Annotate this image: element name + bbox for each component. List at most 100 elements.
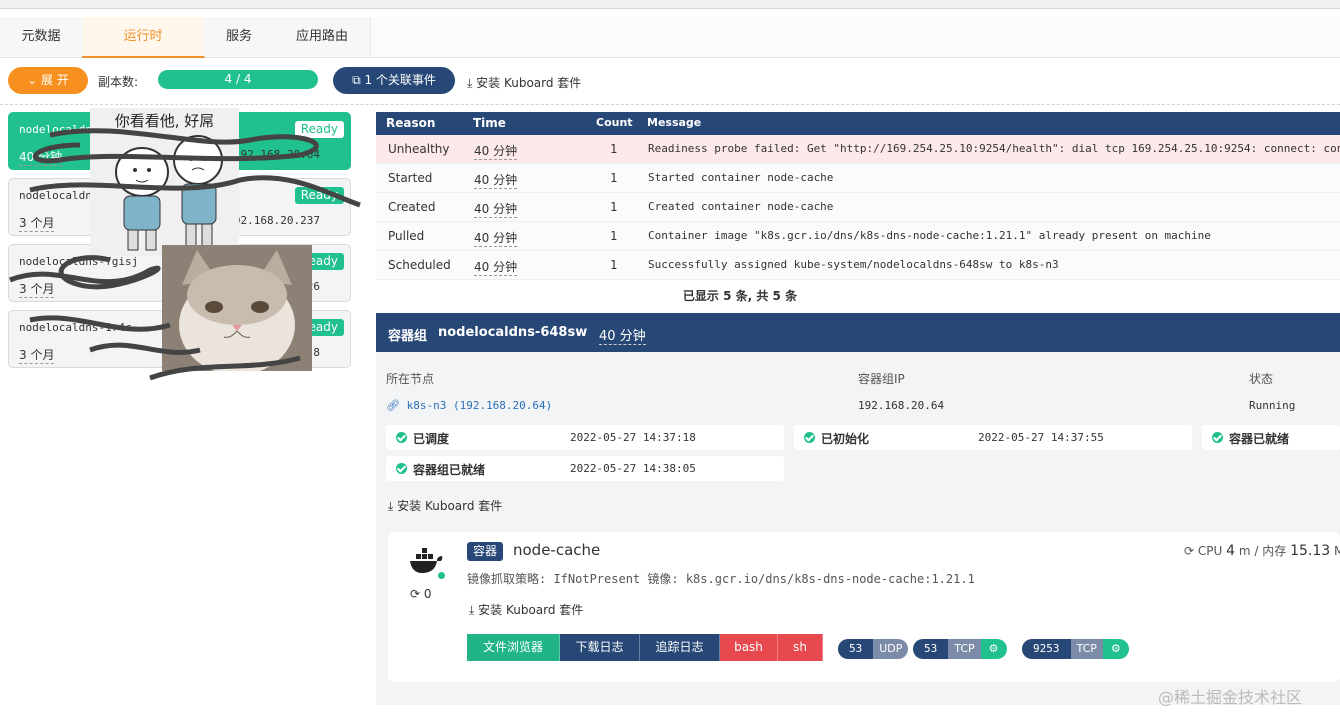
event-message: Container image "k8s.gcr.io/dns/k8s-dns-… bbox=[648, 229, 1211, 242]
event-reason: Scheduled bbox=[388, 258, 451, 272]
refresh-icon: ⟳ bbox=[410, 587, 421, 601]
top-bar bbox=[0, 0, 1340, 9]
tab-metadata[interactable]: 元数据 bbox=[0, 17, 83, 56]
event-message: Started container node-cache bbox=[648, 171, 834, 184]
check-circle-icon bbox=[804, 432, 815, 443]
replica-progress: 4 / 4 bbox=[158, 70, 318, 89]
divider bbox=[0, 104, 1340, 105]
event-reason: Started bbox=[388, 171, 433, 185]
restart-count: ⟳ 0 bbox=[410, 587, 432, 601]
replica-label: 副本数: bbox=[98, 75, 139, 89]
pod-ip-value: 192.168.20.64 bbox=[858, 399, 945, 412]
event-count: 1 bbox=[610, 229, 618, 243]
status-value: Running bbox=[1249, 399, 1296, 412]
table-row: Unhealthy 40 分钟 1 Readiness probe failed: G… bbox=[376, 135, 1340, 164]
check-circle-icon bbox=[396, 463, 407, 474]
download-icon: ⤓ bbox=[467, 76, 473, 90]
tab-ingress[interactable]: 应用路由 bbox=[274, 17, 371, 56]
related-events-button[interactable]: ⧉ 1 个关联事件 bbox=[333, 67, 455, 94]
pod-age: 40 分钟 bbox=[599, 325, 646, 345]
action-button[interactable]: 追踪日志 bbox=[640, 634, 720, 661]
port-forward-icon[interactable]: ⚙ bbox=[1102, 639, 1129, 659]
link-icon: 🔗︎ bbox=[386, 399, 400, 412]
event-time: 40 分钟 bbox=[474, 144, 518, 160]
port-badge: 53 UDP bbox=[838, 639, 909, 659]
event-reason: Pulled bbox=[388, 229, 425, 243]
table-row: Started 40 分钟 1 Started container node-cach… bbox=[376, 164, 1340, 193]
events-body: Unhealthy 40 分钟 1 Readiness probe failed: G… bbox=[376, 135, 1340, 280]
event-message: Successfully assigned kube-system/nodelo… bbox=[648, 258, 1059, 271]
header-message: Message bbox=[647, 116, 702, 129]
event-count: 1 bbox=[610, 142, 618, 156]
watermark: @稀土掘金技术社区 bbox=[1158, 688, 1303, 707]
status-label: 状态 bbox=[1249, 372, 1274, 386]
check-circle-icon bbox=[1212, 432, 1223, 443]
event-time: 40 分钟 bbox=[474, 173, 518, 189]
container-badge: 容器 bbox=[467, 542, 504, 561]
event-time: 40 分钟 bbox=[474, 202, 518, 218]
action-button[interactable]: sh bbox=[778, 634, 823, 661]
event-message: Created container node-cache bbox=[648, 200, 834, 213]
condition-scheduled: 已调度 2022-05-27 14:37:18 bbox=[386, 425, 784, 450]
event-count: 1 bbox=[610, 171, 618, 185]
condition-pod-ready: 容器组已就绪 2022-05-27 14:38:05 bbox=[386, 456, 784, 481]
download-icon: ⤓ bbox=[469, 603, 475, 617]
install-kuboard-link[interactable]: ⤓ 安装 Kuboard 套件 bbox=[467, 74, 581, 91]
pod-label: 容器组 bbox=[388, 329, 428, 344]
event-count: 1 bbox=[610, 258, 618, 272]
pod-ip-label: 容器组IP bbox=[858, 372, 905, 386]
scribble-overlay bbox=[9, 128, 361, 381]
tab-runtime[interactable]: 运行时 bbox=[82, 17, 205, 58]
port-forward-icon[interactable]: ⚙ bbox=[980, 639, 1007, 659]
port-protocol: UDP bbox=[873, 639, 909, 659]
action-button[interactable]: 下载日志 bbox=[560, 634, 640, 661]
node-link[interactable]: 🔗︎ k8s-n3 (192.168.20.64) bbox=[386, 399, 552, 412]
event-reason: Unhealthy bbox=[388, 142, 450, 156]
header-count: Count bbox=[596, 116, 633, 129]
node-label: 所在节点 bbox=[386, 372, 435, 386]
running-dot bbox=[438, 572, 445, 579]
header-time: Time bbox=[473, 116, 506, 130]
port-badge: 53 TCP ⚙ bbox=[913, 639, 1007, 659]
toolbar: ⌄ 展 开 副本数: 4 / 4 ⧉ 1 个关联事件 ⤓ 安装 Kuboard … bbox=[0, 67, 1340, 95]
table-row: Pulled 40 分钟 1 Container image "k8s.gcr.io/… bbox=[376, 222, 1340, 251]
pod-detail-panel: 容器组 nodelocaldns-648sw 40 分钟 所在节点 容器组IP … bbox=[376, 313, 1340, 705]
events-header: Reason Time Count Message bbox=[376, 112, 1340, 135]
image-policy: 镜像抓取策略: IfNotPresent 镜像: k8s.gcr.io/dns/… bbox=[467, 572, 975, 586]
docker-icon bbox=[410, 548, 443, 573]
check-circle-icon bbox=[396, 432, 407, 443]
table-row: Created 40 分钟 1 Created container node-cach… bbox=[376, 193, 1340, 222]
pod-name: nodelocaldns-648sw bbox=[438, 325, 588, 340]
port-number: 53 bbox=[838, 639, 874, 659]
action-button[interactable]: bash bbox=[720, 634, 778, 661]
events-summary: 已显示 5 条, 共 5 条 bbox=[682, 289, 798, 303]
install-kuboard-link[interactable]: ⤓ 安装 Kuboard 套件 bbox=[469, 601, 583, 618]
event-time: 40 分钟 bbox=[474, 231, 518, 247]
resource-usage: ⟳ CPU 4 m / 内存 15.13 M bbox=[1184, 543, 1340, 559]
install-kuboard-link[interactable]: ⤓ 安装 Kuboard 套件 bbox=[388, 497, 502, 514]
event-reason: Created bbox=[388, 200, 436, 214]
condition-initialized: 已初始化 2022-05-27 14:37:55 bbox=[794, 425, 1192, 450]
tab-bar: 元数据 运行时 服务 应用路由 bbox=[0, 17, 1340, 58]
download-icon: ⤓ bbox=[388, 499, 394, 513]
port-badge: 9253 TCP ⚙ bbox=[1022, 639, 1129, 659]
chevron-down-icon: ⌄ bbox=[27, 73, 38, 87]
event-time: 40 分钟 bbox=[474, 260, 518, 276]
condition-containers-ready: 容器已就绪 bbox=[1202, 425, 1340, 450]
event-message: Readiness probe failed: Get "http://169.… bbox=[648, 142, 1340, 155]
container-name: node-cache bbox=[513, 541, 601, 559]
pod-panel-header: 容器组 nodelocaldns-648sw 40 分钟 bbox=[376, 313, 1340, 352]
tab-services[interactable]: 服务 bbox=[204, 17, 275, 56]
container-actions: 文件浏览器 下载日志 追踪日志 bash sh bbox=[467, 634, 823, 661]
refresh-icon: ⟳ bbox=[1184, 544, 1195, 558]
port-protocol: TCP bbox=[1070, 639, 1103, 659]
external-link-icon: ⧉ bbox=[352, 73, 361, 87]
port-number: 9253 bbox=[1022, 639, 1071, 659]
port-protocol: TCP bbox=[948, 639, 981, 659]
container-card: ⟳ 0 容器 node-cache 镜像抓取策略: IfNotPresent 镜… bbox=[388, 532, 1340, 682]
event-count: 1 bbox=[610, 200, 618, 214]
port-number: 53 bbox=[913, 639, 949, 659]
expand-button[interactable]: ⌄ 展 开 bbox=[8, 67, 88, 94]
events-table: Reason Time Count Message Unhealthy 40 分钟… bbox=[376, 112, 1340, 280]
action-button[interactable]: 文件浏览器 bbox=[467, 634, 560, 661]
